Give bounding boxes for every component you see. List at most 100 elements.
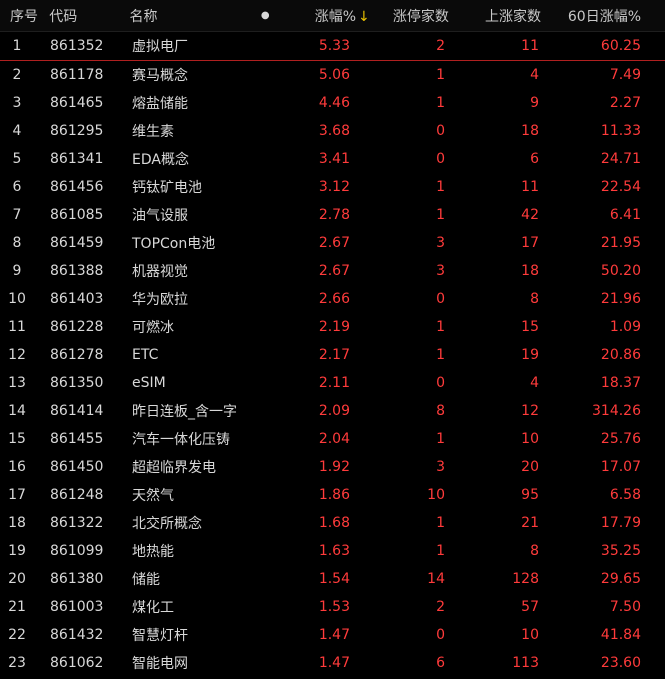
row-up-count: 19 bbox=[521, 347, 539, 363]
row-index: 16 bbox=[8, 459, 26, 475]
row-limit-up-count: 6 bbox=[436, 655, 445, 671]
row-index: 6 bbox=[12, 179, 22, 195]
row-change-pct: 2.17 bbox=[318, 347, 350, 363]
row-index: 11 bbox=[8, 319, 26, 335]
row-index: 4 bbox=[12, 123, 22, 139]
row-change-pct: 1.63 bbox=[318, 543, 350, 559]
table-row[interactable]: 18 861322 北交所概念 1.68 1 21 17.79 bbox=[0, 509, 665, 537]
row-limit-up-count: 1 bbox=[436, 179, 445, 195]
table-body: 1 861352 虚拟电厂 5.33 2 11 60.25 2 861178 赛马概念 5.06 1 4… bbox=[0, 32, 665, 677]
row-60d-change: 2.27 bbox=[609, 95, 641, 111]
table-row[interactable]: 4 861295 维生素 3.68 0 18 11.33 bbox=[0, 117, 665, 145]
row-limit-up-count: 3 bbox=[436, 263, 445, 279]
row-limit-up-count: 3 bbox=[436, 235, 445, 251]
row-change-pct: 2.04 bbox=[318, 431, 350, 447]
table-row[interactable]: 1 861352 虚拟电厂 5.33 2 11 60.25 bbox=[0, 32, 665, 61]
header-change-pct-label: 涨幅% bbox=[314, 8, 357, 25]
row-code: 861380 bbox=[50, 571, 104, 587]
row-60d-change: 21.95 bbox=[600, 235, 641, 251]
table-row[interactable]: 14 861414 昨日连板_含一字 2.09 8 12 314.26 bbox=[0, 397, 665, 425]
row-limit-up-count: 0 bbox=[436, 123, 445, 139]
table-row[interactable]: 19 861099 地热能 1.63 1 8 35.25 bbox=[0, 537, 665, 565]
row-up-count: 18 bbox=[521, 123, 539, 139]
row-name: 超超临界发电 bbox=[132, 460, 216, 476]
row-limit-up-count: 14 bbox=[427, 571, 445, 587]
row-change-pct: 2.09 bbox=[318, 403, 350, 419]
header-limit-up-count[interactable]: 涨停家数 bbox=[370, 6, 463, 26]
row-limit-up-count: 1 bbox=[436, 95, 445, 111]
table-row[interactable]: 22 861432 智慧灯杆 1.47 0 10 41.84 bbox=[0, 621, 665, 649]
row-code: 861403 bbox=[50, 291, 104, 307]
row-change-pct: 4.46 bbox=[318, 95, 350, 111]
row-name: 熔盐储能 bbox=[132, 96, 188, 112]
row-name: 虚拟电厂 bbox=[132, 39, 188, 55]
row-up-count: 17 bbox=[521, 235, 539, 251]
row-index: 15 bbox=[8, 431, 26, 447]
header-index[interactable]: 序号 bbox=[0, 6, 41, 26]
row-up-count: 15 bbox=[521, 319, 539, 335]
row-60d-change: 29.65 bbox=[600, 571, 641, 587]
row-code: 861455 bbox=[50, 431, 104, 447]
table-row[interactable]: 6 861456 钙钛矿电池 3.12 1 11 22.54 bbox=[0, 173, 665, 201]
row-60d-change: 18.37 bbox=[600, 375, 641, 391]
row-up-count: 18 bbox=[521, 263, 539, 279]
table-row[interactable]: 10 861403 华为欧拉 2.66 0 8 21.96 bbox=[0, 285, 665, 313]
header-code[interactable]: 代码 bbox=[41, 6, 123, 26]
row-index: 14 bbox=[8, 403, 26, 419]
table-row[interactable]: 5 861341 EDA概念 3.41 0 6 24.71 bbox=[0, 145, 665, 173]
row-index: 3 bbox=[12, 95, 22, 111]
row-up-count: 42 bbox=[521, 207, 539, 223]
table-row[interactable]: 13 861350 eSIM 2.11 0 4 18.37 bbox=[0, 369, 665, 397]
row-code: 861432 bbox=[50, 627, 104, 643]
row-change-pct: 2.66 bbox=[318, 291, 350, 307]
row-up-count: 6 bbox=[530, 151, 539, 167]
table-row[interactable]: 3 861465 熔盐储能 4.46 1 9 2.27 bbox=[0, 89, 665, 117]
table-row[interactable]: 17 861248 天然气 1.86 10 95 6.58 bbox=[0, 481, 665, 509]
row-index: 7 bbox=[12, 207, 22, 223]
row-change-pct: 1.92 bbox=[318, 459, 350, 475]
row-60d-change: 6.58 bbox=[609, 487, 641, 503]
row-index: 8 bbox=[12, 235, 22, 251]
table-row[interactable]: 7 861085 油气设服 2.78 1 42 6.41 bbox=[0, 201, 665, 229]
table-row[interactable]: 16 861450 超超临界发电 1.92 3 20 17.07 bbox=[0, 453, 665, 481]
table-row[interactable]: 8 861459 TOPCon电池 2.67 3 17 21.95 bbox=[0, 229, 665, 257]
row-up-count: 11 bbox=[521, 179, 539, 195]
row-name: 可燃冰 bbox=[132, 320, 174, 336]
row-up-count: 8 bbox=[530, 543, 539, 559]
row-index: 1 bbox=[12, 38, 22, 54]
row-name: 煤化工 bbox=[132, 600, 174, 616]
row-index: 10 bbox=[8, 291, 26, 307]
row-name: 机器视觉 bbox=[132, 264, 188, 280]
row-change-pct: 5.06 bbox=[318, 67, 350, 83]
row-code: 861003 bbox=[50, 599, 104, 615]
row-60d-change: 11.33 bbox=[600, 123, 641, 139]
header-up-count[interactable]: 上涨家数 bbox=[463, 6, 555, 26]
row-up-count: 8 bbox=[530, 291, 539, 307]
row-code: 861295 bbox=[50, 123, 104, 139]
table-row[interactable]: 11 861228 可燃冰 2.19 1 15 1.09 bbox=[0, 313, 665, 341]
row-limit-up-count: 1 bbox=[436, 431, 445, 447]
row-change-pct: 1.54 bbox=[318, 571, 350, 587]
table-row[interactable]: 12 861278 ETC 2.17 1 19 20.86 bbox=[0, 341, 665, 369]
row-index: 2 bbox=[12, 67, 22, 83]
table-row[interactable]: 2 861178 赛马概念 5.06 1 4 7.49 bbox=[0, 61, 665, 89]
row-name: 钙钛矿电池 bbox=[132, 180, 202, 196]
row-change-pct: 2.78 bbox=[318, 207, 350, 223]
dot-icon[interactable]: ● bbox=[246, 10, 285, 21]
table-row[interactable]: 9 861388 机器视觉 2.67 3 18 50.20 bbox=[0, 257, 665, 285]
header-change-pct[interactable]: 涨幅% ↓ bbox=[285, 6, 370, 26]
table-row[interactable]: 20 861380 储能 1.54 14 128 29.65 bbox=[0, 565, 665, 593]
header-name[interactable]: 名称 bbox=[123, 6, 245, 26]
table-row[interactable]: 23 861062 智能电网 1.47 6 113 23.60 bbox=[0, 649, 665, 677]
row-change-pct: 3.41 bbox=[318, 151, 350, 167]
row-up-count: 113 bbox=[512, 655, 539, 671]
row-name: 油气设服 bbox=[132, 208, 188, 224]
row-change-pct: 2.67 bbox=[318, 263, 350, 279]
header-60d-change[interactable]: 60日涨幅% bbox=[555, 6, 665, 26]
row-index: 5 bbox=[12, 151, 22, 167]
row-change-pct: 1.47 bbox=[318, 627, 350, 643]
row-limit-up-count: 1 bbox=[436, 207, 445, 223]
row-index: 18 bbox=[8, 515, 26, 531]
table-row[interactable]: 21 861003 煤化工 1.53 2 57 7.50 bbox=[0, 593, 665, 621]
table-row[interactable]: 15 861455 汽车一体化压铸 2.04 1 10 25.76 bbox=[0, 425, 665, 453]
